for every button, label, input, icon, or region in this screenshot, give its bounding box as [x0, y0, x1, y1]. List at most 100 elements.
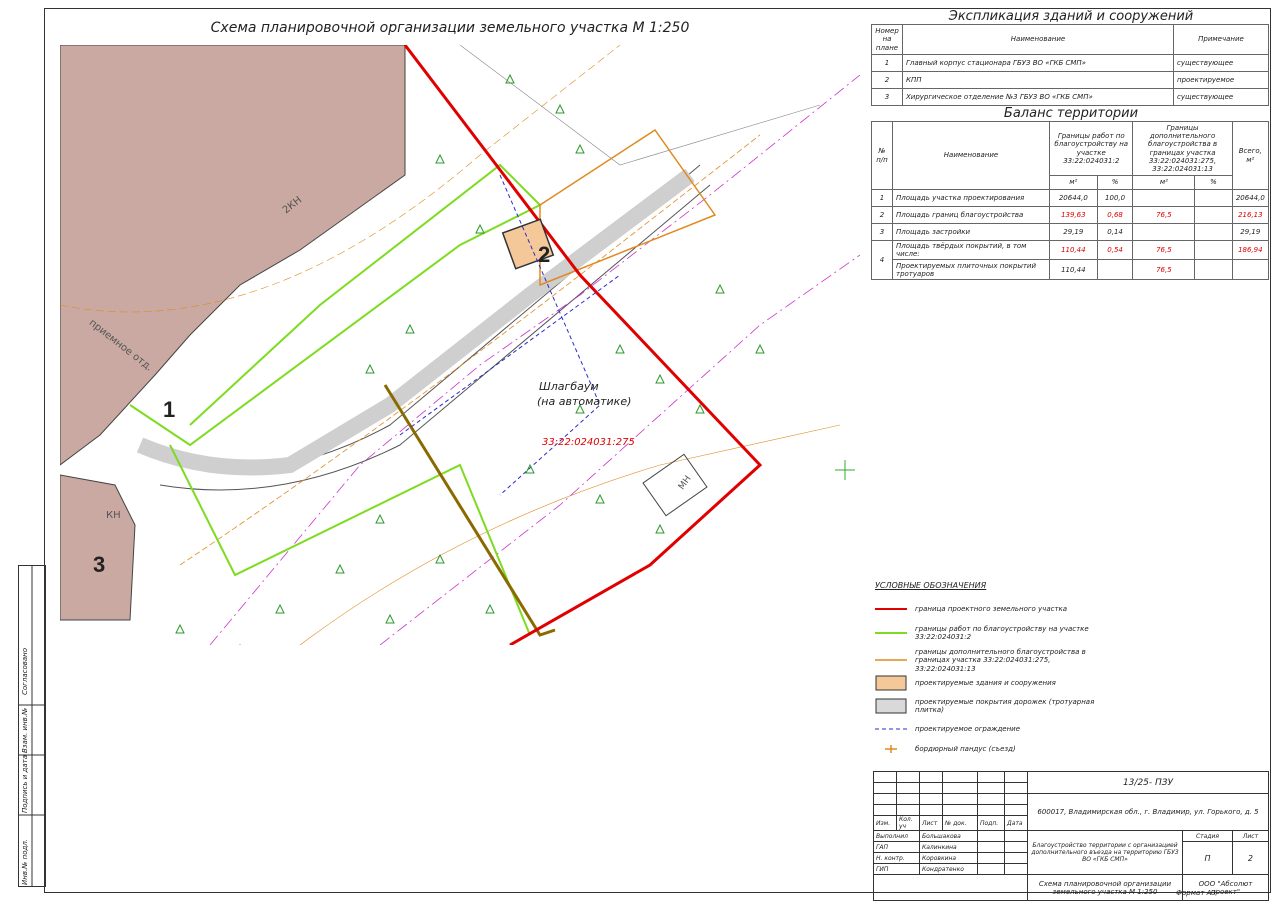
balance-header-m2: м²: [1049, 175, 1098, 190]
stamp-header: Подп.: [977, 815, 1005, 831]
balance-a: 110,44: [1049, 239, 1098, 261]
balance-header-num: № п/п: [871, 121, 893, 190]
stamp-stage-header: Стадия: [1182, 830, 1233, 842]
stamp-role: Выполнил: [873, 830, 920, 842]
balance-header-col2: Границы дополнительного благоустройства …: [1132, 121, 1233, 176]
barrier-label: Шлагбаум: [539, 380, 599, 393]
side-inv-replace: Взам. инв.№: [21, 707, 29, 753]
balance-b: 100,0: [1096, 189, 1134, 207]
balance-header-m2: м²: [1132, 175, 1196, 190]
stamp-code: 13/25- ПЗУ: [1027, 771, 1269, 794]
stamp-role: ГАП: [873, 841, 920, 853]
legend-text: проектируемое ограждение: [915, 725, 1021, 733]
stamp-name: Калинкина: [919, 841, 978, 853]
side-agreed: Согласовано: [21, 647, 29, 695]
explication-header-name: Наименование: [902, 24, 1174, 55]
format-label: Формат А3: [1176, 889, 1216, 897]
balance-d: [1194, 189, 1233, 207]
map-title: Схема планировочной организации земельно…: [210, 20, 690, 36]
legend-text: проектируемые здания и сооружения: [915, 679, 1056, 687]
explication-num: 3: [871, 88, 903, 106]
balance-name: Площадь застройки: [892, 223, 1050, 241]
explication-note: существующее: [1173, 88, 1269, 106]
explication-num: 2: [871, 71, 903, 89]
balance-b: 0,54: [1096, 239, 1134, 261]
balance-d: [1194, 239, 1233, 261]
balance-d: [1194, 223, 1233, 241]
stamp-header: Кол. уч: [896, 815, 920, 831]
balance-d: [1194, 259, 1233, 281]
legend-text: границы дополнительного благоустройства …: [915, 648, 1086, 673]
legend-symbol-fence: [875, 728, 907, 730]
balance-a: 139,63: [1049, 206, 1098, 224]
label-building-3: 3: [93, 552, 106, 577]
legend-symbol-red: [875, 608, 907, 610]
label-building-1: 1: [163, 397, 176, 422]
balance-num: 4: [871, 239, 893, 281]
explication-name: КПП: [902, 71, 1174, 89]
balance-title: Баланс территории: [1003, 106, 1139, 121]
balance-total: [1231, 259, 1270, 281]
legend-symbol-ramp: [885, 745, 897, 753]
kn-label: КН: [106, 510, 121, 521]
legend-title: УСЛОВНЫЕ ОБОЗНАЧЕНИЯ: [875, 581, 987, 590]
balance-num: 3: [871, 223, 893, 241]
balance-header-pct: %: [1194, 175, 1233, 190]
legend-text: проектируемые покрытия дорожек (тротуарн…: [915, 698, 1095, 715]
legend-symbol-green: [875, 632, 907, 634]
balance-a: 110,44: [1049, 259, 1098, 281]
balance-name: Проектируемых плиточных покрытий тротуар…: [892, 259, 1050, 281]
side-sign-date: Подпись и дата: [21, 755, 29, 813]
balance-b: [1096, 259, 1134, 281]
balance-table: № п/п Наименование Границы работ по благ…: [871, 121, 1270, 281]
explication-header-note: Примечание: [1173, 24, 1269, 55]
explication-note: существующее: [1173, 54, 1269, 72]
balance-c: 76,5: [1132, 239, 1196, 261]
barrier-sublabel: (на автоматике): [537, 395, 632, 408]
stamp-stage: П: [1182, 841, 1233, 875]
balance-header-total: Всего, м²: [1231, 121, 1270, 190]
stamp-name: Большакова: [919, 830, 978, 842]
stamp-sheet-header: Лист: [1231, 830, 1270, 842]
legend-text: граница проектного земельного участка: [915, 605, 1068, 613]
stamp-header: Дата: [1004, 815, 1028, 831]
main-building: [60, 45, 406, 466]
explication-title: Экспликация зданий и сооружений: [948, 9, 1194, 24]
explication-name: Главный корпус стационара ГБУЗ ВО «ГКБ С…: [902, 54, 1174, 72]
stamp-drawing: Схема планировочной организации земельно…: [1027, 874, 1183, 901]
balance-c: 76,5: [1132, 206, 1196, 224]
balance-num: 1: [871, 189, 893, 207]
balance-num: 2: [871, 206, 893, 224]
balance-a: 20644,0: [1049, 189, 1098, 207]
stamp-address: 600017, Владимирская обл., г. Владимир, …: [1027, 793, 1269, 831]
balance-header-name: Наименование: [892, 121, 1050, 190]
balance-total: 20644,0: [1231, 189, 1270, 207]
label-building-2: 2: [538, 242, 551, 267]
balance-name: Площадь участка проектирования: [892, 189, 1050, 207]
legend-symbol-building: [875, 675, 907, 691]
balance-total: 29,19: [1231, 223, 1270, 241]
side-stamp: Согласовано Взам. инв.№ Подпись и дата И…: [18, 565, 46, 887]
balance-total: 216,13: [1231, 206, 1270, 224]
balance-header-pct: %: [1096, 175, 1134, 190]
balance-a: 29,19: [1049, 223, 1098, 241]
explication-note: проектируемое: [1173, 71, 1269, 89]
stamp-sheet: 2: [1231, 841, 1270, 875]
legend-symbol-paving: [875, 698, 907, 714]
balance-c: [1132, 223, 1196, 241]
legend-symbol-orange: [875, 659, 907, 661]
balance-b: 0,14: [1096, 223, 1134, 241]
stamp-role: Н. контр.: [873, 852, 920, 864]
stamp-header: Лист: [919, 815, 943, 831]
stamp-header: Изм.: [873, 815, 897, 831]
balance-b: 0,68: [1096, 206, 1134, 224]
legend-text: бордюрный пандус (съезд): [915, 745, 1016, 753]
legend-text: границы работ по благоустройству на учас…: [915, 625, 1089, 642]
cadastral-number: 33:22:024031:275: [542, 437, 635, 448]
stamp-name: Кондратенко: [919, 863, 978, 875]
balance-d: [1194, 206, 1233, 224]
explication-name: Хирургическое отделение №3 ГБУЗ ВО «ГКБ …: [902, 88, 1174, 106]
stamp-role: ГИП: [873, 863, 920, 875]
stamp-header: № док.: [942, 815, 978, 831]
explication-header-num: Номер на плане: [871, 24, 903, 55]
